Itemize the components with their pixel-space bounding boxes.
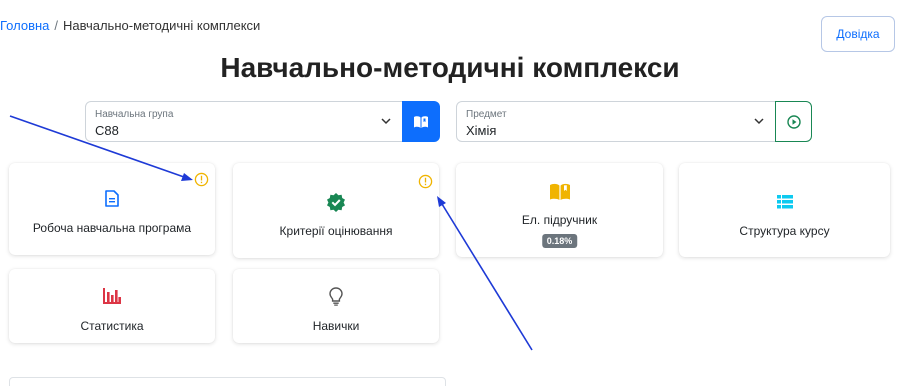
breadcrumb-separator: / <box>54 18 59 33</box>
verified-badge-icon <box>327 193 345 212</box>
card-skills-label: Навички <box>312 319 360 333</box>
list-icon <box>776 195 793 209</box>
group-select[interactable]: Навчальна група С88 <box>85 101 403 142</box>
bottom-panel <box>9 377 446 386</box>
warning-icon <box>194 172 209 187</box>
document-icon <box>105 190 119 207</box>
card-work-program-label: Робоча навчальна програма <box>32 221 192 235</box>
breadcrumb-home-link[interactable]: Головна <box>0 18 49 33</box>
warning-icon <box>418 174 433 189</box>
progress-badge: 0.18% <box>541 234 578 248</box>
card-e-textbook-label: Ел. підручник <box>521 213 598 227</box>
card-statistics-label: Статистика <box>80 319 144 333</box>
book-icon <box>414 115 428 128</box>
group-select-value: С88 <box>95 123 119 138</box>
open-book-button[interactable] <box>402 101 440 142</box>
card-work-program[interactable]: Робоча навчальна програма <box>9 163 215 255</box>
chevron-down-icon <box>381 118 391 125</box>
subject-select-label: Предмет <box>466 109 507 120</box>
play-circle-icon <box>786 114 801 129</box>
chevron-down-icon <box>754 118 764 125</box>
help-button[interactable]: Довідка <box>821 16 895 52</box>
card-grading-criteria[interactable]: Критерії оцінювання <box>233 163 439 258</box>
card-grading-criteria-label: Критерії оцінювання <box>279 224 393 238</box>
subject-select[interactable]: Предмет Хімія <box>456 101 776 142</box>
card-e-textbook[interactable]: Ел. підручник 0.18% <box>456 163 663 257</box>
card-skills[interactable]: Навички <box>233 269 439 343</box>
card-statistics[interactable]: Статистика <box>9 269 215 343</box>
breadcrumb-current: Навчально-методичні комплекси <box>63 18 261 33</box>
subject-select-value: Хімія <box>466 123 497 138</box>
breadcrumb: Головна / Навчально-методичні комплекси <box>0 18 260 33</box>
page-title: Навчально-методичні комплекси <box>220 52 680 83</box>
card-course-structure[interactable]: Структура курсу <box>679 163 890 257</box>
open-book-icon <box>549 183 570 200</box>
group-select-label: Навчальна група <box>95 109 174 120</box>
lightbulb-icon <box>329 287 343 306</box>
card-course-structure-label: Структура курсу <box>739 224 830 238</box>
bar-chart-icon <box>103 288 121 304</box>
play-button[interactable] <box>775 101 812 142</box>
